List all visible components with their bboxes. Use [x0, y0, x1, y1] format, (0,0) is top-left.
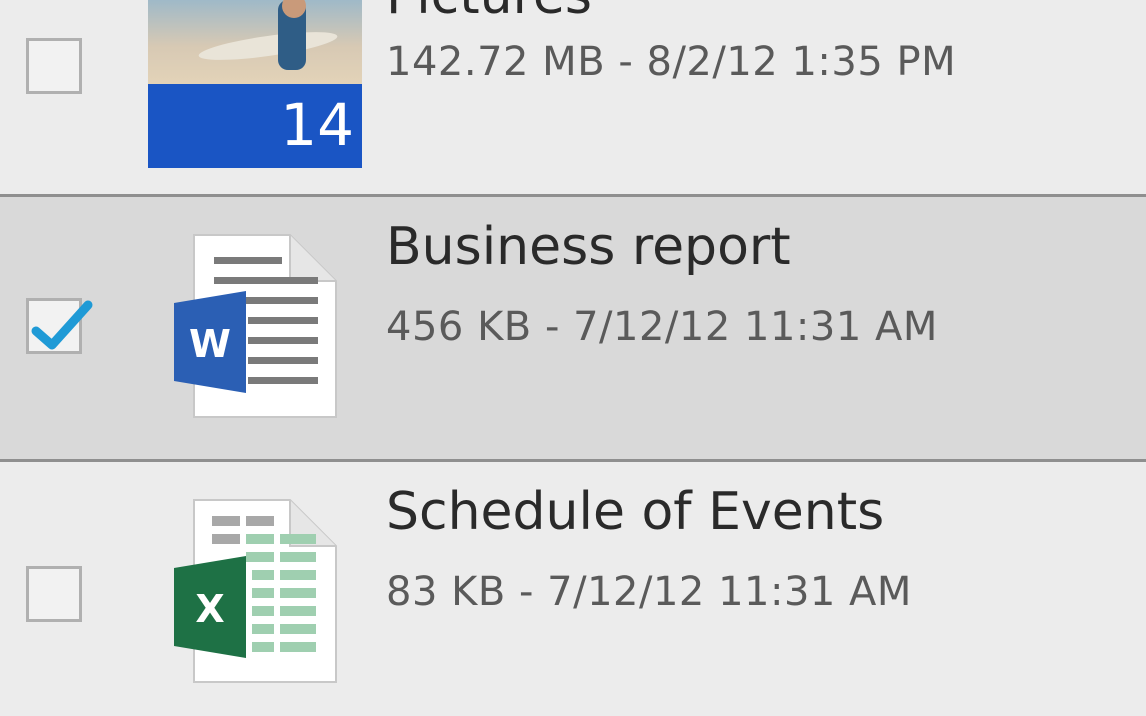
- checkbox-pictures[interactable]: [26, 38, 82, 94]
- pictures-count: 14: [280, 91, 354, 159]
- checkbox-business-report[interactable]: [26, 298, 93, 354]
- file-name: Business report: [386, 217, 791, 277]
- list-item-business-report[interactable]: W Business report 456 KB - 7/12/12 11:31…: [0, 197, 1146, 459]
- file-name: Pictures: [386, 0, 592, 22]
- file-meta: 83 KB - 7/12/12 11:31 AM: [386, 569, 912, 615]
- file-name: Schedule of Events: [386, 482, 885, 542]
- list-item-pictures[interactable]: 14 Pictures 142.72 MB - 8/2/12 1:35 PM: [0, 0, 1146, 194]
- list-item-schedule-of-events[interactable]: X Schedule of Events 83 KB - 7/12/12 11:…: [0, 462, 1146, 716]
- file-meta: 456 KB - 7/12/12 11:31 AM: [386, 304, 938, 350]
- svg-text:X: X: [195, 587, 224, 631]
- pictures-thumbnail-icon: 14: [148, 0, 362, 168]
- file-meta: 142.72 MB - 8/2/12 1:35 PM: [386, 39, 957, 85]
- checkmark-icon: [31, 300, 93, 350]
- excel-workbook-icon: X: [168, 498, 340, 688]
- checkbox-schedule-of-events[interactable]: [26, 566, 82, 622]
- word-document-icon: W: [168, 233, 340, 423]
- surfer-photo: [148, 0, 362, 84]
- svg-text:W: W: [189, 322, 231, 366]
- file-list: 14 Pictures 142.72 MB - 8/2/12 1:35 PM: [0, 0, 1146, 716]
